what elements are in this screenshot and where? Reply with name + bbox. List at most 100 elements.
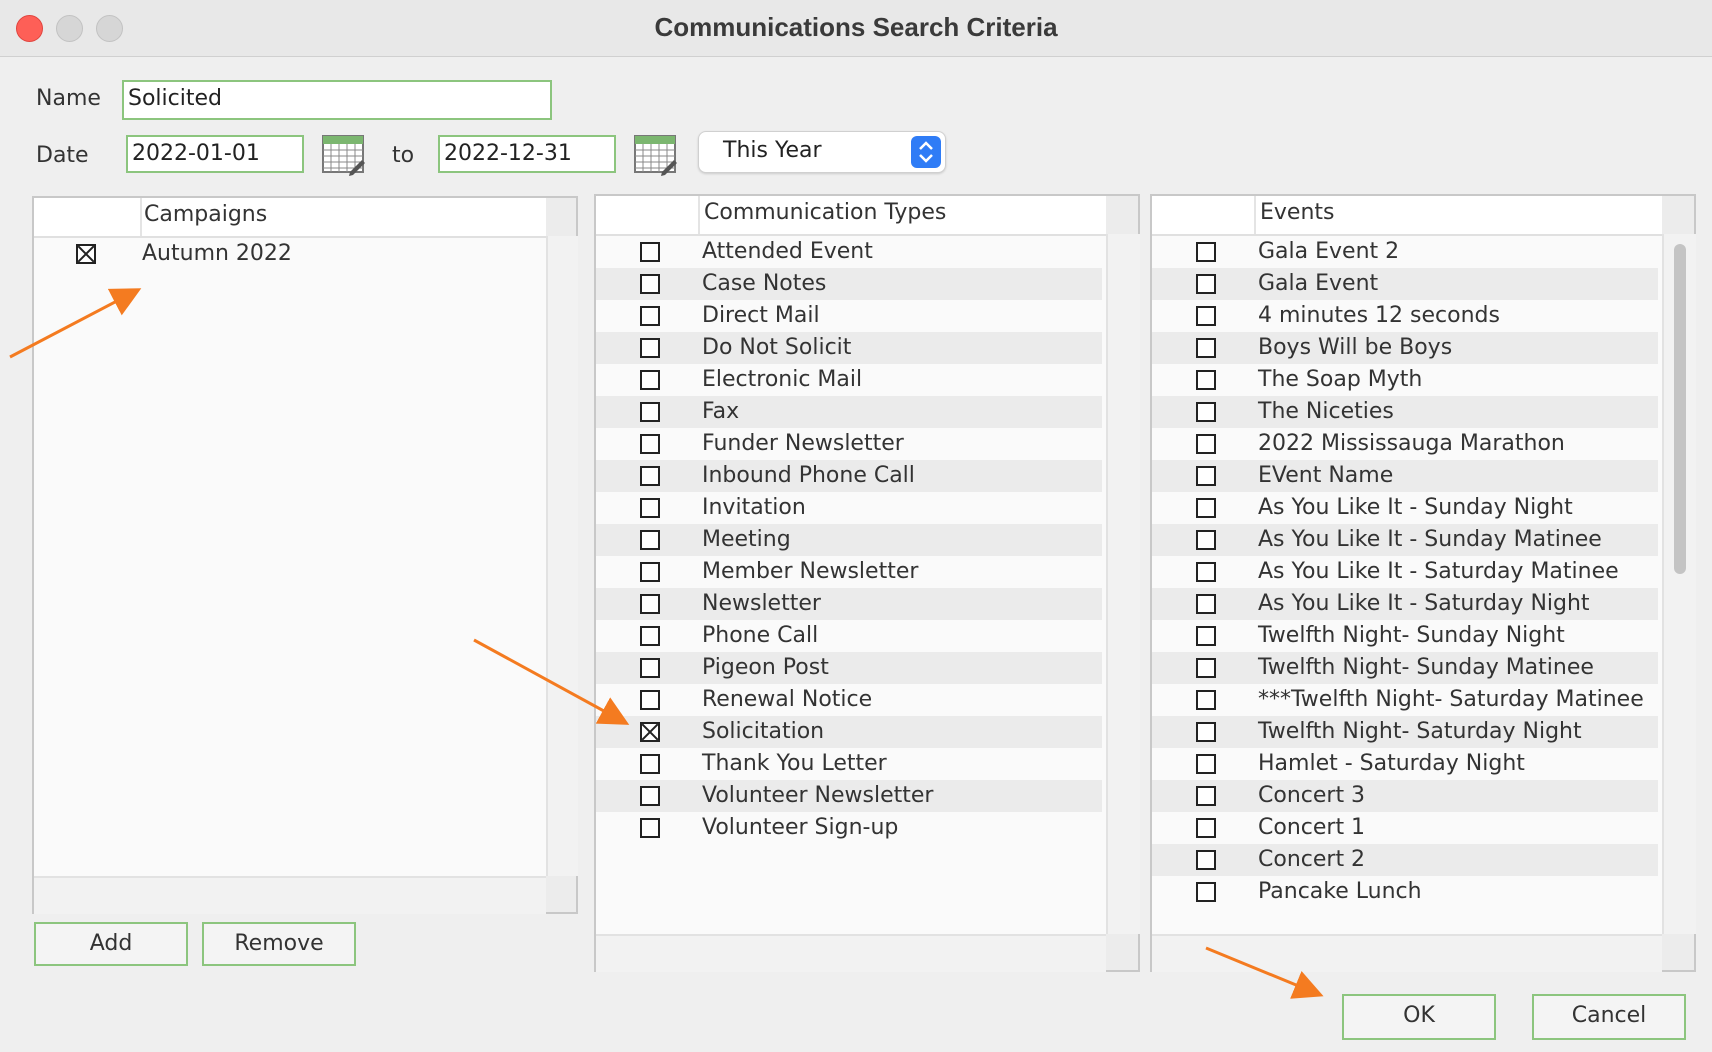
campaign-row[interactable]: Autumn 2022 bbox=[34, 238, 544, 270]
communication-type-row[interactable]: Case Notes bbox=[596, 268, 1102, 300]
checkbox-icon[interactable] bbox=[1196, 562, 1216, 582]
event-row[interactable]: EVent Name bbox=[1152, 460, 1658, 492]
checkbox-icon[interactable] bbox=[76, 244, 96, 264]
campaigns-horizontal-scrollbar[interactable] bbox=[34, 876, 546, 914]
checkbox-icon[interactable] bbox=[640, 370, 660, 390]
communication-type-row[interactable]: Volunteer Sign-up bbox=[596, 812, 1102, 844]
communication-type-row[interactable]: Volunteer Newsletter bbox=[596, 780, 1102, 812]
communication-type-row[interactable]: Attended Event bbox=[596, 236, 1102, 268]
communication-type-row[interactable]: Electronic Mail bbox=[596, 364, 1102, 396]
event-row[interactable]: 2022 Mississauga Marathon bbox=[1152, 428, 1658, 460]
checkbox-icon[interactable] bbox=[640, 626, 660, 646]
checkbox-icon[interactable] bbox=[1196, 530, 1216, 550]
checkbox-icon[interactable] bbox=[640, 594, 660, 614]
communication-type-row[interactable]: Fax bbox=[596, 396, 1102, 428]
event-row[interactable]: As You Like It - Saturday Matinee bbox=[1152, 556, 1658, 588]
event-row[interactable]: Boys Will be Boys bbox=[1152, 332, 1658, 364]
calendar-icon[interactable] bbox=[634, 134, 678, 176]
event-row[interactable]: Concert 3 bbox=[1152, 780, 1658, 812]
date-from-input[interactable]: 2022-01-01 bbox=[126, 135, 304, 173]
checkbox-icon[interactable] bbox=[1196, 242, 1216, 262]
checkbox-icon[interactable] bbox=[1196, 658, 1216, 678]
communication-types-vertical-scrollbar[interactable] bbox=[1106, 234, 1140, 934]
event-row[interactable]: As You Like It - Saturday Night bbox=[1152, 588, 1658, 620]
checkbox-icon[interactable] bbox=[1196, 306, 1216, 326]
event-row[interactable]: The Soap Myth bbox=[1152, 364, 1658, 396]
communication-type-row[interactable]: Pigeon Post bbox=[596, 652, 1102, 684]
campaigns-list[interactable]: Campaigns Autumn 2022 bbox=[32, 196, 578, 914]
event-row[interactable]: As You Like It - Sunday Matinee bbox=[1152, 524, 1658, 556]
checkbox-icon[interactable] bbox=[640, 498, 660, 518]
checkbox-icon[interactable] bbox=[640, 658, 660, 678]
communication-type-row[interactable]: Inbound Phone Call bbox=[596, 460, 1102, 492]
checkbox-icon[interactable] bbox=[640, 754, 660, 774]
checkbox-icon[interactable] bbox=[640, 722, 660, 742]
checkbox-icon[interactable] bbox=[640, 530, 660, 550]
communication-types-list[interactable]: Communication Types Attended Event Case N… bbox=[594, 194, 1140, 972]
checkbox-icon[interactable] bbox=[640, 562, 660, 582]
checkbox-icon[interactable] bbox=[640, 818, 660, 838]
event-row[interactable]: Twelfth Night- Sunday Night bbox=[1152, 620, 1658, 652]
checkbox-icon[interactable] bbox=[640, 690, 660, 710]
event-row[interactable]: Pancake Lunch bbox=[1152, 876, 1658, 908]
event-row[interactable]: Twelfth Night- Sunday Matinee bbox=[1152, 652, 1658, 684]
checkbox-icon[interactable] bbox=[1196, 882, 1216, 902]
event-row[interactable]: Gala Event 2 bbox=[1152, 236, 1658, 268]
event-row[interactable]: Concert 1 bbox=[1152, 812, 1658, 844]
checkbox-icon[interactable] bbox=[1196, 722, 1216, 742]
event-row[interactable]: ***Twelfth Night- Saturday Matinee bbox=[1152, 684, 1658, 716]
event-row[interactable]: The Niceties bbox=[1152, 396, 1658, 428]
communication-type-row[interactable]: Funder Newsletter bbox=[596, 428, 1102, 460]
checkbox-icon[interactable] bbox=[1196, 498, 1216, 518]
event-row[interactable]: 4 minutes 12 seconds bbox=[1152, 300, 1658, 332]
calendar-icon[interactable] bbox=[322, 134, 366, 176]
date-range-select[interactable]: This Year bbox=[698, 131, 946, 173]
checkbox-icon[interactable] bbox=[1196, 434, 1216, 454]
communication-type-row[interactable]: Solicitation bbox=[596, 716, 1102, 748]
date-to-input[interactable]: 2022-12-31 bbox=[438, 135, 616, 173]
communication-type-row[interactable]: Meeting bbox=[596, 524, 1102, 556]
checkbox-icon[interactable] bbox=[1196, 402, 1216, 422]
communication-type-row[interactable]: Renewal Notice bbox=[596, 684, 1102, 716]
events-vertical-scrollbar[interactable] bbox=[1662, 234, 1696, 934]
remove-button[interactable]: Remove bbox=[202, 922, 356, 966]
communication-type-row[interactable]: Thank You Letter bbox=[596, 748, 1102, 780]
events-horizontal-scrollbar[interactable] bbox=[1152, 934, 1662, 972]
communication-type-row[interactable]: Direct Mail bbox=[596, 300, 1102, 332]
checkbox-icon[interactable] bbox=[1196, 850, 1216, 870]
checkbox-icon[interactable] bbox=[1196, 818, 1216, 838]
event-row[interactable]: As You Like It - Sunday Night bbox=[1152, 492, 1658, 524]
event-row[interactable]: Gala Event bbox=[1152, 268, 1658, 300]
add-button[interactable]: Add bbox=[34, 922, 188, 966]
communication-type-row[interactable]: Phone Call bbox=[596, 620, 1102, 652]
checkbox-icon[interactable] bbox=[640, 434, 660, 454]
checkbox-icon[interactable] bbox=[640, 338, 660, 358]
checkbox-icon[interactable] bbox=[640, 402, 660, 422]
checkbox-icon[interactable] bbox=[640, 274, 660, 294]
event-row[interactable]: Concert 2 bbox=[1152, 844, 1658, 876]
checkbox-icon[interactable] bbox=[1196, 370, 1216, 390]
communication-type-row[interactable]: Invitation bbox=[596, 492, 1102, 524]
campaigns-vertical-scrollbar[interactable] bbox=[546, 236, 578, 876]
checkbox-icon[interactable] bbox=[1196, 754, 1216, 774]
name-input[interactable]: Solicited bbox=[122, 80, 552, 120]
checkbox-icon[interactable] bbox=[640, 466, 660, 486]
events-list[interactable]: Events Gala Event 2 Gala Event 4 minutes 1… bbox=[1150, 194, 1696, 972]
event-row[interactable]: Twelfth Night- Saturday Night bbox=[1152, 716, 1658, 748]
communication-type-row[interactable]: Member Newsletter bbox=[596, 556, 1102, 588]
checkbox-icon[interactable] bbox=[1196, 626, 1216, 646]
cancel-button[interactable]: Cancel bbox=[1532, 994, 1686, 1040]
events-scroll-thumb[interactable] bbox=[1674, 244, 1686, 574]
communication-types-horizontal-scrollbar[interactable] bbox=[596, 934, 1106, 972]
checkbox-icon[interactable] bbox=[1196, 594, 1216, 614]
communication-type-row[interactable]: Do Not Solicit bbox=[596, 332, 1102, 364]
checkbox-icon[interactable] bbox=[1196, 338, 1216, 358]
checkbox-icon[interactable] bbox=[640, 786, 660, 806]
event-row[interactable]: Hamlet - Saturday Night bbox=[1152, 748, 1658, 780]
checkbox-icon[interactable] bbox=[1196, 274, 1216, 294]
checkbox-icon[interactable] bbox=[1196, 690, 1216, 710]
checkbox-icon[interactable] bbox=[640, 306, 660, 326]
checkbox-icon[interactable] bbox=[1196, 786, 1216, 806]
communication-type-row[interactable]: Newsletter bbox=[596, 588, 1102, 620]
checkbox-icon[interactable] bbox=[1196, 466, 1216, 486]
